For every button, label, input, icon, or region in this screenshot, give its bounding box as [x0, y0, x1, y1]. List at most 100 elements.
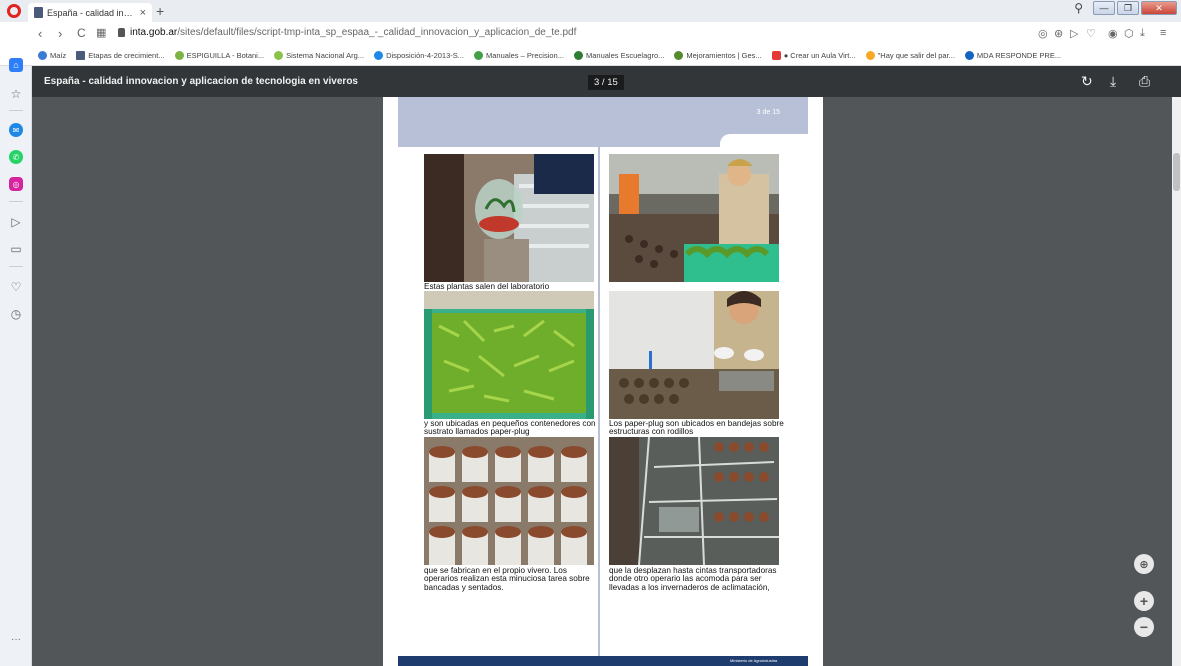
caption-containers: y son ubicadas en pequeños contenedores …: [424, 419, 596, 437]
flow-icon[interactable]: ▷: [9, 215, 23, 229]
tab-search-icon[interactable]: ⚲: [1074, 1, 1083, 15]
pdf-toolbar: España - calidad innovacion y aplicacion…: [32, 66, 1181, 97]
bookmark-item[interactable]: Disposición-4-2013-S...: [374, 51, 464, 60]
tab-active[interactable]: España - calidad innovacion y ×: [28, 3, 152, 22]
bookmark-favicon-icon: [573, 51, 583, 60]
bookmark-item[interactable]: Mejoramientos | Ges...: [674, 51, 762, 60]
bookmark-label: Manuales Escuelagro...: [585, 51, 665, 60]
rotate-icon[interactable]: ↻: [1081, 73, 1093, 90]
tab-close-icon[interactable]: ×: [140, 7, 146, 19]
bookmark-item[interactable]: MDA RESPONDE PRE...: [964, 51, 1062, 60]
scrollbar[interactable]: [1172, 97, 1181, 666]
forward-icon[interactable]: ›: [58, 26, 62, 41]
ministry-logo: Ministerio de Agroindustria: [730, 658, 778, 663]
sidebar-divider: [9, 110, 23, 111]
page-footer-band: Ministerio de Agroindustria: [398, 656, 808, 666]
easy-setup-icon[interactable]: ≡: [1160, 27, 1166, 39]
bookmark-item[interactable]: ● Crear un Aula Virt...: [771, 51, 856, 60]
header-notch: [720, 134, 808, 148]
bookmark-label: Maíz: [50, 51, 67, 60]
sidebar-divider: [9, 266, 23, 267]
zoom-out-button[interactable]: −: [1134, 617, 1154, 637]
bookmark-item[interactable]: "Hay que salir del par...: [865, 51, 955, 60]
bookmark-item[interactable]: Manuales – Precision...: [474, 51, 564, 60]
download-icon[interactable]: ⤓: [1110, 73, 1116, 90]
bookmark-favicon-icon: [274, 51, 284, 60]
pdf-viewer: 3 de 15 Estas plantas salen del laborato…: [32, 97, 1181, 666]
url-path: /sites/default/files/script-tmp-inta_sp_…: [177, 27, 577, 38]
extension-icon[interactable]: ◉: [1108, 27, 1118, 40]
photo-conveyor: [609, 437, 779, 565]
page-indicator[interactable]: 3 / 15: [588, 75, 624, 90]
caption-trays: Los paper-plug son ubicados en bandejas …: [609, 419, 784, 437]
photo-lab-jar: [424, 154, 594, 282]
bookmark-favicon-icon: [865, 51, 875, 60]
print-icon[interactable]: ⎙: [1139, 73, 1150, 90]
bookmark-label: Sistema Nacional Arg...: [286, 51, 365, 60]
wallet-icon[interactable]: ▭: [9, 242, 23, 256]
caption-conveyor: que la desplazan hasta cintas transporta…: [609, 566, 777, 592]
whatsapp-icon[interactable]: ✆: [9, 150, 23, 164]
star-icon[interactable]: ☆: [9, 87, 23, 101]
pdf-title: España - calidad innovacion y aplicacion…: [44, 76, 358, 87]
bookmark-label: Disposición-4-2013-S...: [386, 51, 465, 60]
bookmark-label: Etapas de crecimient...: [88, 51, 165, 60]
bookmark-favicon-icon: [76, 51, 86, 60]
close-window-button[interactable]: ✕: [1141, 1, 1177, 15]
minimize-button[interactable]: —: [1093, 1, 1115, 15]
bookmarks-bar: Maíz Etapas de crecimient... ESPIGUILLA …: [0, 46, 1181, 66]
bookmark-label: Manuales – Precision...: [486, 51, 564, 60]
bookmark-favicon-icon: [674, 51, 684, 60]
send-icon[interactable]: ▷: [1070, 27, 1078, 40]
heart-icon[interactable]: ♡: [1086, 27, 1096, 40]
messenger-icon[interactable]: ✉: [9, 123, 23, 137]
history-icon[interactable]: ◷: [9, 307, 23, 321]
bookmark-item[interactable]: ESPIGUILLA - Botani...: [174, 51, 265, 60]
photo-workers: [609, 154, 779, 282]
tab-strip: España - calidad innovacion y × + ⚲ — ❐ …: [0, 0, 1181, 22]
cube-icon[interactable]: ⬡: [1124, 27, 1134, 40]
url-field[interactable]: inta.gob.ar/sites/default/files/script-t…: [130, 27, 576, 38]
camera-icon[interactable]: ◎: [1038, 27, 1048, 40]
photo-seedlings-crate: [424, 291, 594, 419]
new-tab-button[interactable]: +: [156, 3, 164, 19]
home-icon[interactable]: ⌂: [9, 58, 23, 72]
bookmark-label: MDA RESPONDE PRE...: [976, 51, 1062, 60]
heart-icon[interactable]: ♡: [9, 280, 23, 294]
back-icon[interactable]: ‹: [38, 26, 42, 41]
bookmark-label: ● Crear un Aula Virt...: [783, 51, 856, 60]
sidebar-divider: [9, 201, 23, 202]
tab-title: España - calidad innovacion y: [47, 7, 136, 18]
url-host: inta.gob.ar: [130, 27, 178, 38]
photo-worker-plugs: [609, 291, 779, 419]
bookmark-favicon-icon: [474, 51, 484, 60]
bookmark-item[interactable]: Manuales Escuelagro...: [573, 51, 665, 60]
instagram-icon[interactable]: ◎: [9, 177, 23, 191]
bookmark-item[interactable]: Maíz: [38, 51, 66, 60]
scrollbar-thumb[interactable]: [1173, 153, 1180, 191]
download-browser-icon[interactable]: ⤓: [1140, 27, 1145, 40]
speed-dial-icon[interactable]: ▦: [96, 26, 106, 39]
reload-icon[interactable]: C: [77, 26, 86, 40]
caption-fabricated: que se fabrican en el propio vivero. Los…: [424, 566, 590, 592]
document-icon: [34, 7, 43, 18]
bookmark-item[interactable]: Sistema Nacional Arg...: [274, 51, 364, 60]
bookmark-label: ESPIGUILLA - Botani...: [186, 51, 265, 60]
bookmark-item[interactable]: Etapas de crecimient...: [76, 51, 165, 60]
address-bar: ‹ › C ▦ inta.gob.ar/sites/default/files/…: [0, 22, 1181, 46]
opera-menu-icon[interactable]: [7, 4, 21, 18]
page-header-band: 3 de 15: [398, 97, 808, 148]
more-icon[interactable]: ···: [9, 632, 23, 646]
bookmark-favicon-icon: [964, 51, 974, 60]
opera-sidebar: ⌂ ☆ ✉ ✆ ◎ ▷ ▭ ♡ ◷ ···: [0, 58, 32, 666]
bookmark-favicon-icon: [771, 51, 781, 60]
vpn-icon[interactable]: ⊛: [1054, 27, 1063, 40]
bookmark-label: Mejoramientos | Ges...: [686, 51, 762, 60]
photo-paper-plugs: [424, 437, 594, 565]
bookmark-favicon-icon: [174, 51, 184, 60]
bookmark-favicon-icon: [374, 51, 384, 60]
fit-page-button[interactable]: ⊕: [1134, 554, 1154, 574]
maximize-button[interactable]: ❐: [1117, 1, 1139, 15]
zoom-in-button[interactable]: +: [1134, 591, 1154, 611]
lock-icon: [118, 28, 125, 37]
